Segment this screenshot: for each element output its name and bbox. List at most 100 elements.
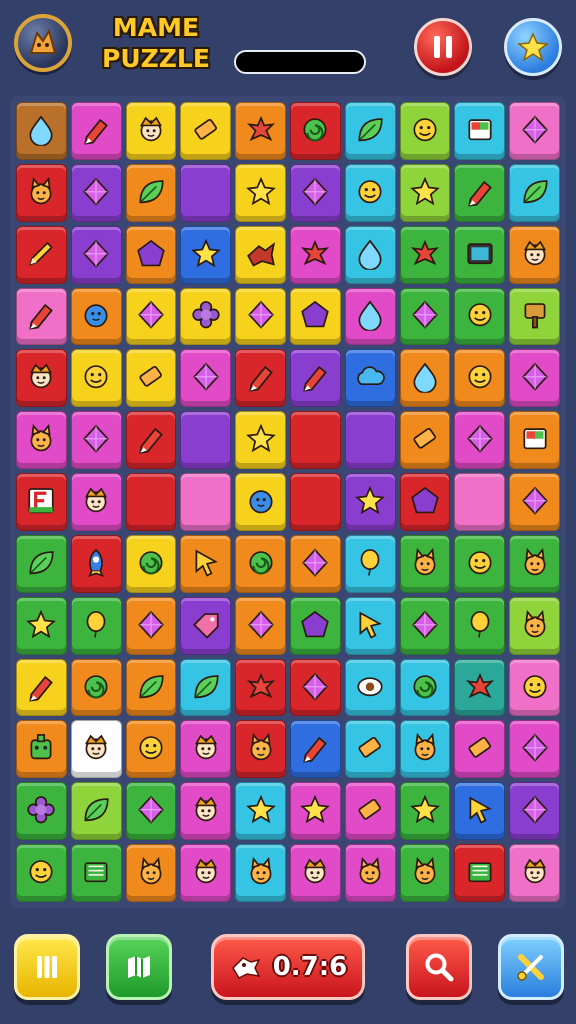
tile[interactable] (70, 534, 122, 593)
tile[interactable] (16, 473, 67, 531)
tile[interactable] (344, 658, 396, 717)
tile[interactable] (454, 782, 506, 841)
tile[interactable] (70, 658, 122, 717)
tile[interactable] (235, 658, 286, 717)
tile[interactable] (235, 534, 286, 593)
tile[interactable] (454, 473, 506, 531)
tile[interactable] (454, 720, 506, 779)
favorites-button[interactable] (504, 18, 562, 76)
tile[interactable] (454, 102, 506, 160)
tile[interactable] (399, 658, 451, 717)
tile[interactable] (180, 349, 232, 408)
tile[interactable] (509, 411, 560, 470)
tile[interactable] (290, 658, 341, 717)
tile[interactable] (16, 658, 67, 717)
tile[interactable] (125, 596, 177, 655)
tile[interactable] (125, 844, 177, 902)
tile[interactable] (399, 349, 451, 408)
tile[interactable] (235, 411, 286, 470)
tile[interactable] (125, 782, 177, 841)
tile[interactable] (344, 287, 396, 346)
tile[interactable] (344, 225, 396, 284)
tile[interactable] (290, 782, 341, 841)
tile[interactable] (70, 102, 122, 160)
tile[interactable] (70, 163, 122, 222)
tile[interactable] (70, 287, 122, 346)
tile[interactable] (344, 473, 396, 531)
tile[interactable] (399, 287, 451, 346)
tile[interactable] (290, 596, 341, 655)
tile[interactable] (180, 844, 232, 902)
tile[interactable] (399, 720, 451, 779)
tile[interactable] (290, 534, 341, 593)
tile[interactable] (16, 844, 67, 902)
tile[interactable] (344, 411, 396, 470)
tile[interactable] (454, 411, 506, 470)
search-button[interactable] (406, 934, 472, 1000)
tile[interactable] (454, 658, 506, 717)
tile[interactable] (16, 720, 67, 779)
tile[interactable] (509, 844, 560, 902)
tile[interactable] (344, 163, 396, 222)
tile[interactable] (290, 411, 341, 470)
map-button[interactable] (106, 934, 172, 1000)
tile[interactable] (235, 473, 286, 531)
tile[interactable] (70, 596, 122, 655)
tile[interactable] (16, 225, 67, 284)
tile[interactable] (454, 534, 506, 593)
tile[interactable] (125, 473, 177, 531)
tile[interactable] (509, 720, 560, 779)
tile[interactable] (70, 411, 122, 470)
tile[interactable] (509, 473, 560, 531)
tile[interactable] (125, 411, 177, 470)
tile[interactable] (454, 349, 506, 408)
tile[interactable] (180, 534, 232, 593)
tile[interactable] (399, 411, 451, 470)
tile[interactable] (509, 782, 560, 841)
tile[interactable] (509, 102, 560, 160)
tile[interactable] (344, 596, 396, 655)
tile[interactable] (16, 163, 67, 222)
timer-button[interactable]: 0.7:6 (211, 934, 365, 1000)
tile[interactable] (290, 844, 341, 902)
tile[interactable] (180, 163, 232, 222)
tile[interactable] (290, 287, 341, 346)
tile[interactable] (125, 225, 177, 284)
tile[interactable] (16, 102, 67, 160)
tile[interactable] (454, 844, 506, 902)
tile[interactable] (399, 473, 451, 531)
tile[interactable] (399, 844, 451, 902)
pause-button[interactable] (414, 18, 472, 76)
tile[interactable] (235, 596, 286, 655)
tile[interactable] (290, 225, 341, 284)
tile[interactable] (344, 349, 396, 408)
tile[interactable] (180, 596, 232, 655)
tile[interactable] (16, 534, 67, 593)
tile[interactable] (125, 349, 177, 408)
tile[interactable] (344, 844, 396, 902)
tile[interactable] (180, 473, 232, 531)
tile[interactable] (235, 349, 286, 408)
tile[interactable] (235, 720, 286, 779)
tile[interactable] (235, 102, 286, 160)
tile[interactable] (344, 534, 396, 593)
tile[interactable] (290, 163, 341, 222)
tile[interactable] (509, 349, 560, 408)
tile[interactable] (399, 782, 451, 841)
tile[interactable] (16, 287, 67, 346)
tile[interactable] (509, 534, 560, 593)
tile[interactable] (399, 163, 451, 222)
tile[interactable] (125, 102, 177, 160)
tile[interactable] (399, 534, 451, 593)
tile[interactable] (399, 102, 451, 160)
tile[interactable] (180, 225, 232, 284)
tile[interactable] (70, 844, 122, 902)
tile[interactable] (235, 225, 286, 284)
tile[interactable] (509, 225, 560, 284)
tile[interactable] (454, 225, 506, 284)
tile[interactable] (454, 287, 506, 346)
tile[interactable] (16, 596, 67, 655)
tile[interactable] (125, 287, 177, 346)
tile[interactable] (235, 163, 286, 222)
tile[interactable] (180, 287, 232, 346)
